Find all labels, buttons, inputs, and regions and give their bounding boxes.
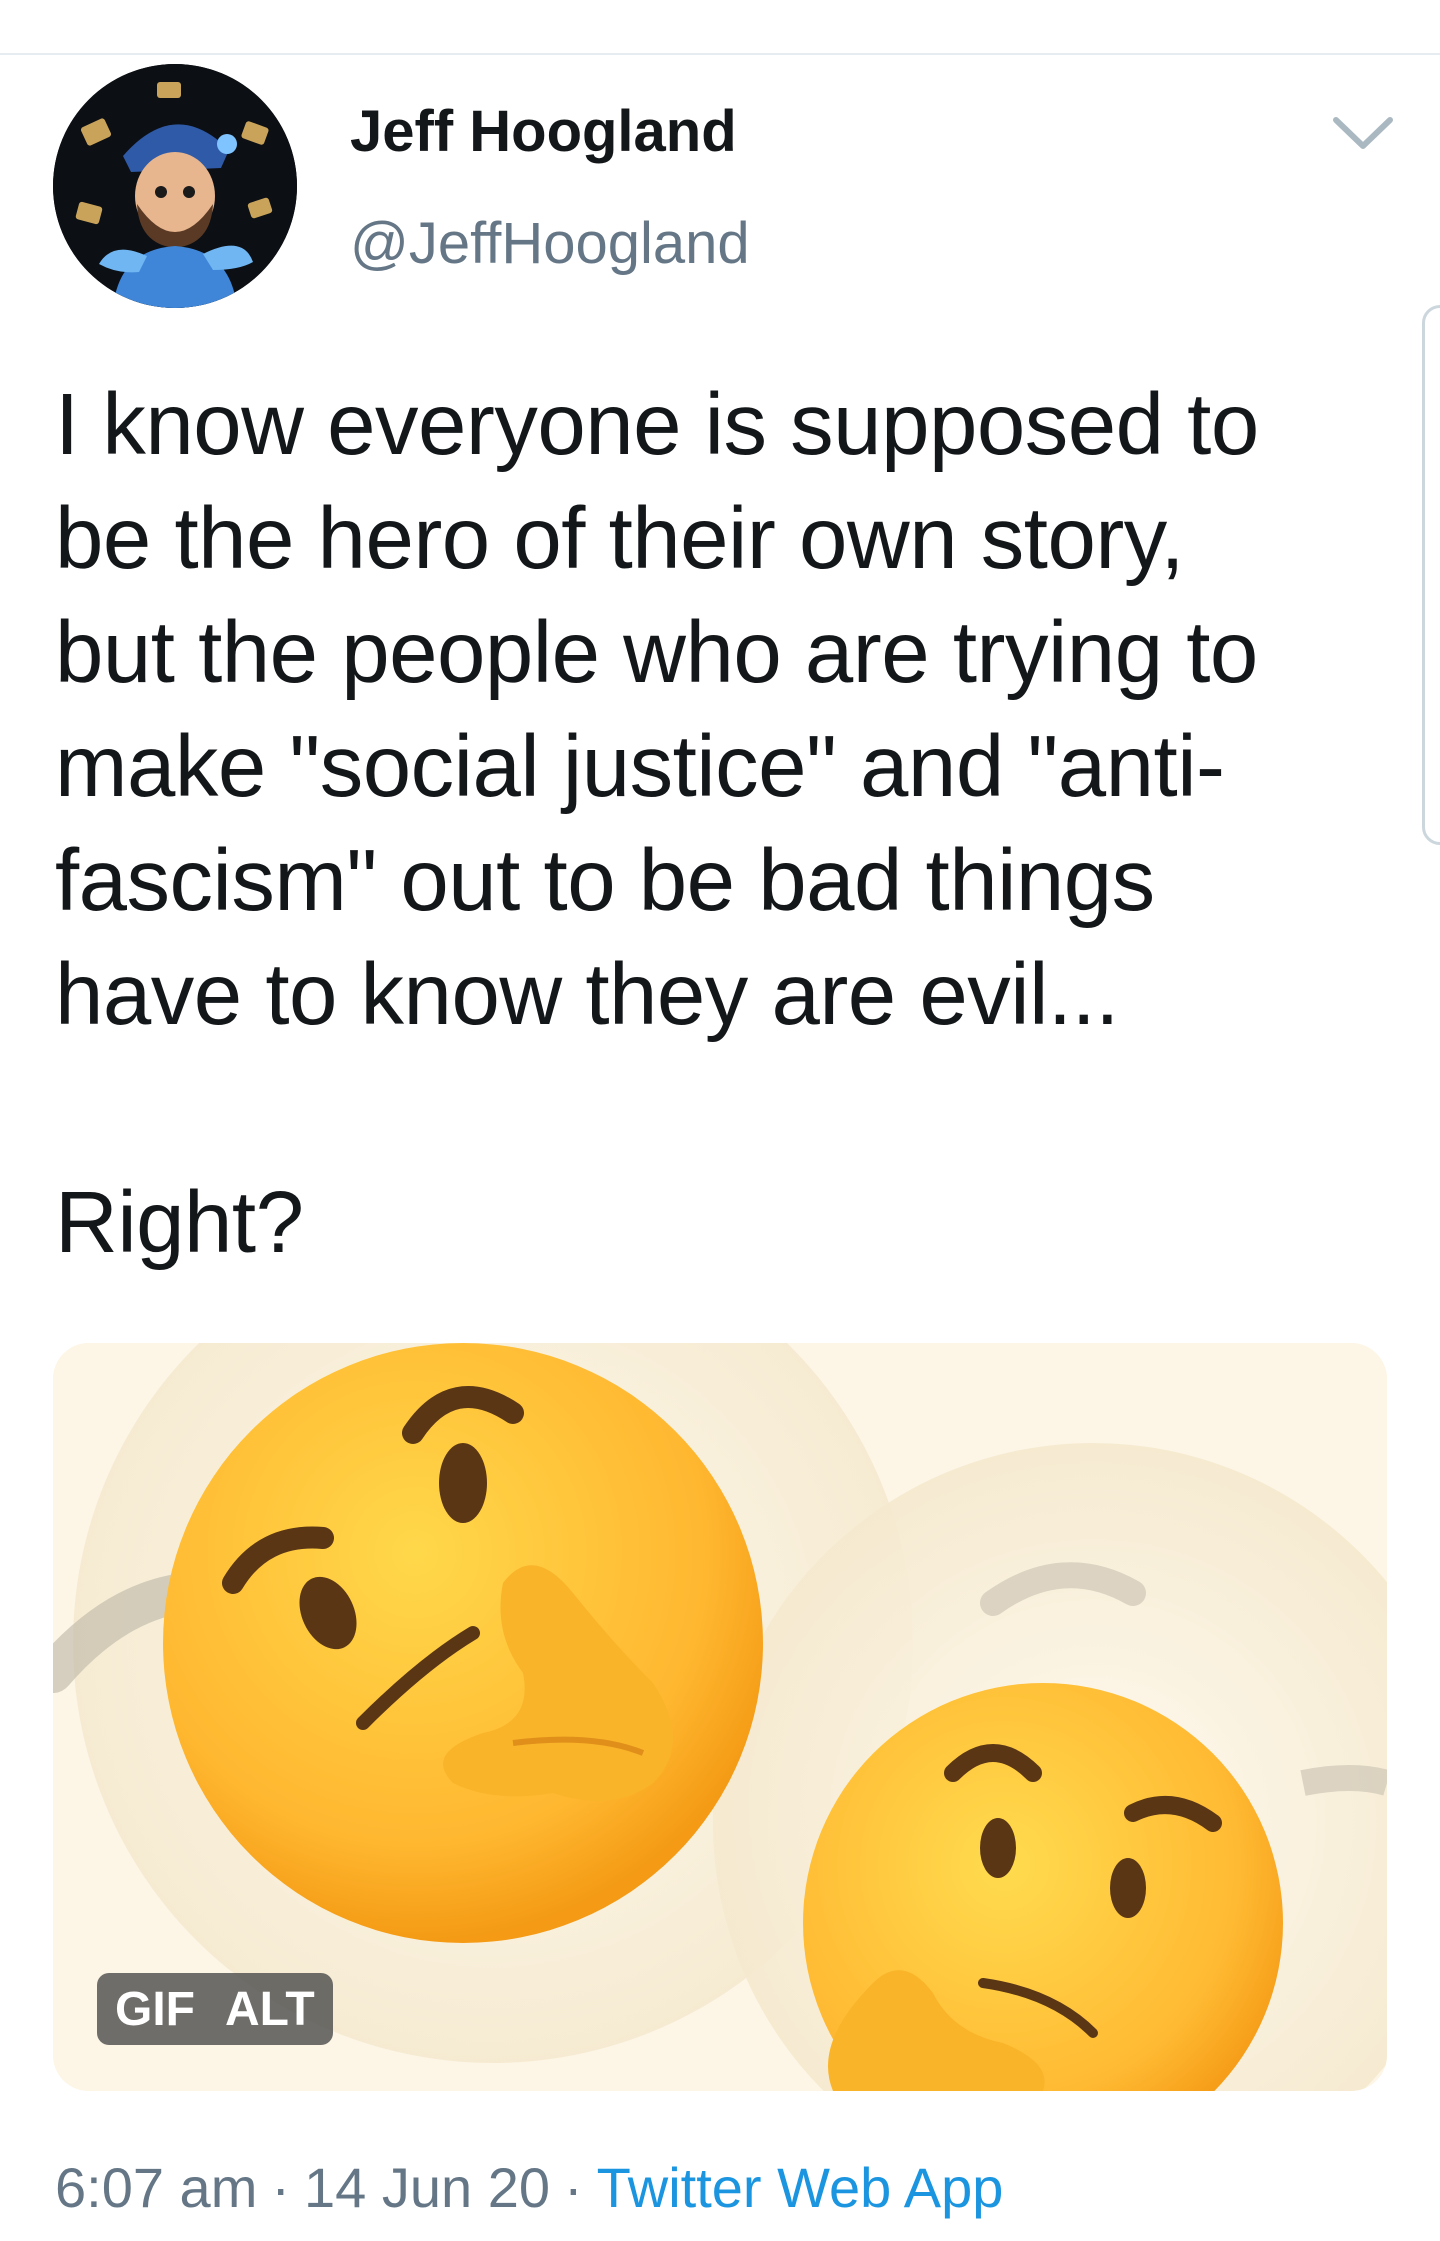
alt-text-badge[interactable]: ALT: [225, 1982, 315, 2037]
media-badges: GIF ALT: [97, 1973, 333, 2045]
tweet-source-link[interactable]: Twitter Web App: [597, 2156, 1004, 2219]
tweet-date[interactable]: 14 Jun 20: [304, 2156, 550, 2219]
author-handle[interactable]: @JeffHoogland: [350, 210, 750, 277]
scrollbar[interactable]: [1422, 305, 1440, 845]
tweet-menu-button[interactable]: [1330, 108, 1396, 158]
gif-badge: GIF: [115, 1982, 195, 2036]
chevron-down-icon: [1333, 117, 1393, 149]
avatar-illustration: [53, 64, 297, 308]
tweet-time[interactable]: 6:07 am: [55, 2156, 257, 2219]
meta-separator: ·: [271, 2156, 290, 2219]
top-divider: [0, 53, 1440, 55]
tweet-text: I know everyone is supposed to be the he…: [55, 376, 1259, 1271]
tweet-metadata: 6:07 am · 14 Jun 20 · Twitter Web App: [55, 2155, 1003, 2220]
avatar[interactable]: [53, 64, 297, 308]
author-display-name[interactable]: Jeff Hoogland: [350, 98, 737, 165]
meta-separator: ·: [563, 2156, 583, 2219]
